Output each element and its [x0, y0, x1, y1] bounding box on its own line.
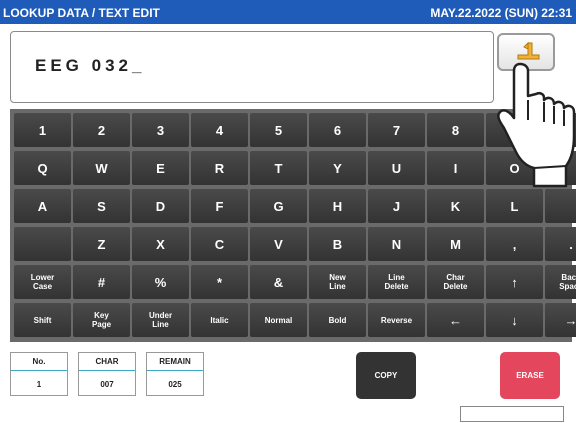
key[interactable]: ,: [486, 227, 543, 261]
key[interactable]: ↑: [486, 265, 543, 299]
key[interactable]: X: [132, 227, 189, 261]
char-label: CHAR: [79, 353, 135, 371]
key[interactable]: New Line: [309, 265, 366, 299]
key[interactable]: *: [191, 265, 248, 299]
key[interactable]: 6: [309, 113, 366, 147]
key[interactable]: %: [132, 265, 189, 299]
no-label: No.: [11, 353, 67, 371]
key[interactable]: 8: [427, 113, 484, 147]
key[interactable]: [545, 189, 576, 223]
status-field: [460, 406, 564, 422]
key[interactable]: Reverse: [368, 303, 425, 337]
copy-button[interactable]: COPY: [356, 352, 416, 399]
key[interactable]: F: [191, 189, 248, 223]
key[interactable]: H: [309, 189, 366, 223]
date-time: MAY.22.2022 (SUN) 22:31: [430, 6, 572, 20]
key[interactable]: BackSpace: [545, 265, 576, 299]
key[interactable]: &: [250, 265, 307, 299]
key[interactable]: G: [250, 189, 307, 223]
key[interactable]: W: [73, 151, 130, 185]
key[interactable]: L: [486, 189, 543, 223]
key[interactable]: A: [14, 189, 71, 223]
text-entry-field[interactable]: EEG 032_: [10, 31, 494, 103]
key[interactable]: Shift: [14, 303, 71, 337]
key[interactable]: 1: [14, 113, 71, 147]
key[interactable]: Normal: [250, 303, 307, 337]
erase-button[interactable]: ERASE: [500, 352, 560, 399]
key[interactable]: R: [191, 151, 248, 185]
key[interactable]: Q: [14, 151, 71, 185]
remain-label: REMAIN: [147, 353, 203, 371]
key[interactable]: D: [132, 189, 189, 223]
screen-title: LOOKUP DATA / TEXT EDIT: [3, 6, 160, 20]
key[interactable]: Lower Case: [14, 265, 71, 299]
remain-value: 025: [168, 379, 182, 389]
key[interactable]: #: [73, 265, 130, 299]
key[interactable]: V: [250, 227, 307, 261]
key[interactable]: M: [427, 227, 484, 261]
key[interactable]: O: [486, 151, 543, 185]
key[interactable]: N: [368, 227, 425, 261]
key[interactable]: 9: [486, 113, 543, 147]
title-bar: LOOKUP DATA / TEXT EDIT MAY.22.2022 (SUN…: [0, 0, 576, 24]
key[interactable]: B: [309, 227, 366, 261]
key[interactable]: Char Delete: [427, 265, 484, 299]
key[interactable]: Y: [309, 151, 366, 185]
key[interactable]: 7: [368, 113, 425, 147]
key[interactable]: Line Delete: [368, 265, 425, 299]
key[interactable]: Key Page: [73, 303, 130, 337]
key[interactable]: T: [250, 151, 307, 185]
key[interactable]: I: [427, 151, 484, 185]
key[interactable]: ↓: [486, 303, 543, 337]
key[interactable]: U: [368, 151, 425, 185]
key[interactable]: 4: [191, 113, 248, 147]
key[interactable]: Under Line: [132, 303, 189, 337]
key[interactable]: K: [427, 189, 484, 223]
char-box: CHAR 007: [78, 352, 136, 396]
entry-text: EEG 032_: [35, 56, 146, 75]
key[interactable]: .: [545, 227, 576, 261]
key[interactable]: [545, 151, 576, 185]
no-box: No. 1: [10, 352, 68, 396]
key[interactable]: E: [132, 151, 189, 185]
key[interactable]: ←: [427, 303, 484, 337]
enter-button[interactable]: [497, 33, 555, 71]
remain-box: REMAIN 025: [146, 352, 204, 396]
key[interactable]: Bold: [309, 303, 366, 337]
key[interactable]: 2: [73, 113, 130, 147]
enter-arrow-icon: [517, 41, 540, 60]
on-screen-keyboard: 1 2 3 4 5 6 7 8 9 Q W E R T Y U I O A S D F G H J K L Z X C V B N M,. Lowe…: [10, 109, 576, 342]
key[interactable]: [545, 113, 576, 147]
key[interactable]: S: [73, 189, 130, 223]
key[interactable]: →: [545, 303, 576, 337]
key[interactable]: J: [368, 189, 425, 223]
key[interactable]: [14, 227, 71, 261]
key[interactable]: Italic: [191, 303, 248, 337]
char-value: 007: [100, 379, 114, 389]
key[interactable]: Z: [73, 227, 130, 261]
key[interactable]: C: [191, 227, 248, 261]
key[interactable]: 5: [250, 113, 307, 147]
key[interactable]: 3: [132, 113, 189, 147]
no-value: 1: [36, 379, 42, 389]
